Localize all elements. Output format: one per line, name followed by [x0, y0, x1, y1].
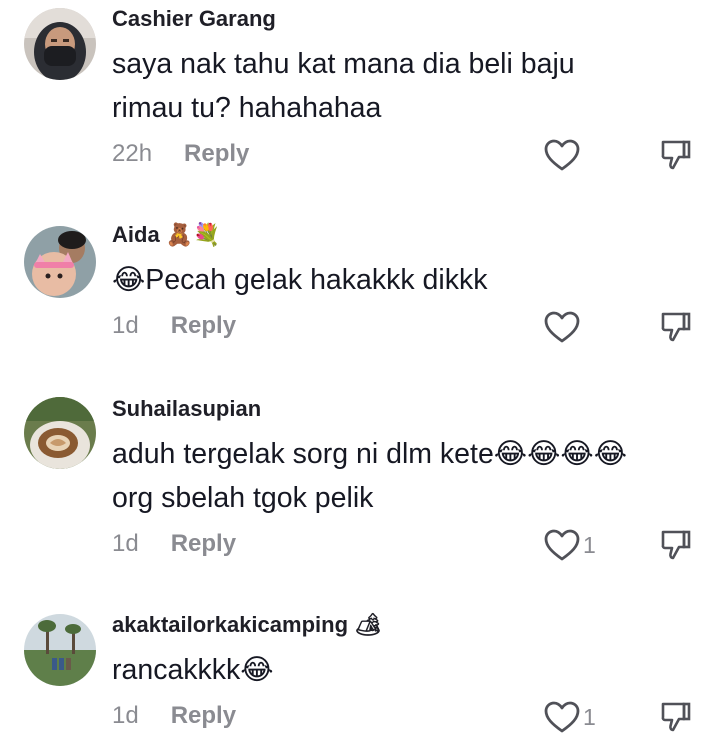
comment-username[interactable]: akaktailorkakicamping 🏕 [112, 612, 382, 638]
like-button[interactable]: 1 [543, 700, 596, 734]
avatar[interactable] [24, 226, 96, 298]
like-button[interactable]: 1 [543, 528, 596, 562]
like-button[interactable] [543, 310, 583, 344]
comment-meta: 22h Reply [112, 140, 249, 168]
comment-meta: 1d Reply [112, 702, 236, 730]
comment-meta: 1d Reply [112, 312, 236, 340]
avatar-image [24, 614, 96, 686]
username-badge: 🏕 [354, 612, 382, 637]
username-text[interactable]: akaktailorkakicamping [112, 612, 348, 638]
heart-outline-icon [544, 311, 580, 343]
username-text[interactable]: Suhailasupian [112, 396, 261, 422]
dislike-button[interactable] [659, 700, 693, 734]
heart-outline-icon [544, 701, 580, 733]
comment-time: 22h [112, 140, 153, 167]
heart-outline-icon [544, 529, 580, 561]
comment-text: 😂Pecah gelak hakakkk dikkk [112, 264, 488, 296]
avatar-image [24, 8, 96, 80]
username-text[interactable]: Aida [112, 222, 160, 248]
avatar[interactable] [24, 397, 96, 469]
comment-username[interactable]: Suhailasupian [112, 396, 261, 422]
reply-button[interactable]: Reply [171, 530, 236, 558]
thumbs-down-icon [661, 140, 691, 170]
dislike-button[interactable] [659, 528, 693, 562]
comment-meta: 1d Reply [112, 530, 236, 558]
dislike-button[interactable] [659, 310, 693, 344]
comment-time: 1d [112, 530, 139, 557]
reply-button[interactable]: Reply [184, 140, 249, 168]
avatar-image [24, 226, 96, 298]
comment-text: aduh tergelak sorg ni dlm kete😂😂😂😂 org s… [112, 438, 628, 514]
comment-username[interactable]: Cashier Garang [112, 6, 276, 32]
avatar-image [24, 397, 96, 469]
username-badge: 🧸💐 [165, 222, 221, 247]
thumbs-down-icon [661, 312, 691, 342]
comment-time: 1d [112, 312, 139, 339]
avatar[interactable] [24, 8, 96, 80]
heart-outline-icon [544, 139, 580, 171]
like-count: 1 [583, 703, 596, 730]
avatar[interactable] [24, 614, 96, 686]
reply-button[interactable]: Reply [171, 312, 236, 340]
like-button[interactable] [543, 138, 583, 172]
username-text[interactable]: Cashier Garang [112, 6, 276, 32]
thumbs-down-icon [661, 702, 691, 732]
dislike-button[interactable] [659, 138, 693, 172]
comment-text: rancakkkk😂 [112, 654, 274, 686]
thumbs-down-icon [661, 530, 691, 560]
reply-button[interactable]: Reply [171, 702, 236, 730]
comment-time: 1d [112, 702, 139, 729]
comment-username[interactable]: Aida 🧸💐 [112, 222, 220, 248]
like-count: 1 [583, 531, 596, 558]
comment-text: saya nak tahu kat mana dia beli baju rim… [112, 48, 575, 124]
